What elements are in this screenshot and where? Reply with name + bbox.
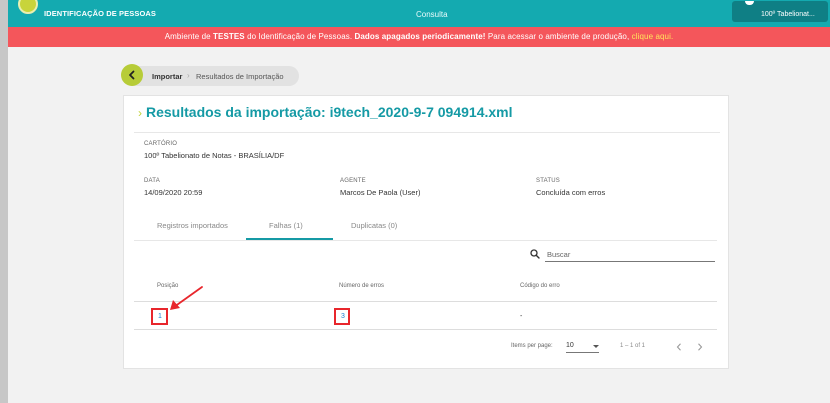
title-chevron-icon: › (138, 106, 142, 120)
results-card: › Resultados da importação: i9tech_2020-9… (123, 95, 729, 369)
items-per-page-label: Items per page: (511, 343, 553, 349)
banner-text-3: Para acessar o ambiente de produção, (485, 32, 632, 41)
items-per-page-select[interactable]: 10 (566, 341, 599, 353)
chevron-right-icon (698, 343, 703, 351)
cartorio-value: 100º Tabelionato de Notas - BRASÍLIA/DF (144, 151, 285, 160)
data-label: DATA (144, 178, 160, 184)
chevron-left-icon (129, 70, 135, 80)
chevron-left-icon (676, 343, 681, 351)
app-logo-icon[interactable] (18, 0, 38, 14)
nav-consulta[interactable]: Consulta (416, 10, 448, 19)
tab-falhas[interactable]: Falhas (1) (269, 221, 303, 230)
next-page-button[interactable] (695, 341, 705, 353)
data-value: 14/09/2020 20:59 (144, 188, 203, 197)
search-input[interactable] (545, 247, 715, 262)
user-menu-button[interactable]: 100º Tabelionat... (732, 1, 828, 22)
agente-value: Marcos De Paola (User) (340, 188, 421, 197)
tabs-divider (134, 240, 717, 241)
table-header-divider (134, 301, 717, 302)
red-arrow-icon (170, 286, 203, 310)
title-divider (134, 132, 720, 133)
banner-text-2: do Identificação de Pessoas. (244, 32, 355, 41)
breadcrumb-separator-icon: › (187, 71, 190, 80)
user-avatar-icon (745, 1, 754, 5)
app-brand: IDENTIFICAÇÃO DE PESSOAS (44, 9, 156, 18)
tab-duplicatas[interactable]: Duplicatas (0) (351, 221, 397, 230)
top-header: IDENTIFICAÇÃO DE PESSOAS Consulta 100º T… (8, 0, 830, 27)
banner-text-1: Ambiente de (164, 32, 214, 41)
tab-registros-importados[interactable]: Registros importados (157, 221, 228, 230)
column-header-numero-erros: Número de erros (339, 283, 385, 289)
items-per-page-value: 10 (566, 342, 574, 349)
cell-codigo-erro: - (520, 313, 523, 320)
breadcrumb-item-importar[interactable]: Importar (152, 72, 182, 81)
status-value: Concluída com erros (536, 188, 606, 197)
highlight-box-erros (334, 308, 350, 325)
back-button[interactable] (121, 64, 143, 86)
test-environment-banner: Ambiente de TESTES do Identificação de P… (8, 27, 830, 47)
status-label: STATUS (536, 178, 560, 184)
breadcrumb: Importar › Resultados de Importação (121, 64, 299, 86)
banner-text-warning: Dados apagados periodicamente! (354, 32, 486, 41)
page-title-text: Resultados da importação: i9tech_2020-9-… (146, 104, 513, 120)
cartorio-label: CARTÓRIO (144, 141, 178, 147)
banner-text-testes: TESTES (213, 32, 245, 41)
dropdown-arrow-icon (593, 345, 599, 348)
app-window: IDENTIFICAÇÃO DE PESSOAS Consulta 100º T… (8, 0, 830, 403)
previous-page-button[interactable] (674, 341, 684, 353)
left-strip (0, 0, 8, 403)
column-header-codigo-erro: Código do erro (520, 283, 560, 289)
production-link[interactable]: clique aqui. (632, 32, 674, 41)
user-name: 100º Tabelionat... (761, 11, 815, 18)
search-icon (530, 249, 540, 259)
breadcrumb-item-resultados: Resultados de Importação (196, 72, 284, 81)
table-row-divider (134, 329, 717, 330)
agente-label: AGENTE (340, 178, 366, 184)
page-title: › Resultados da importação: i9tech_2020-9… (138, 104, 513, 120)
pagination-range: 1 – 1 of 1 (620, 343, 646, 349)
